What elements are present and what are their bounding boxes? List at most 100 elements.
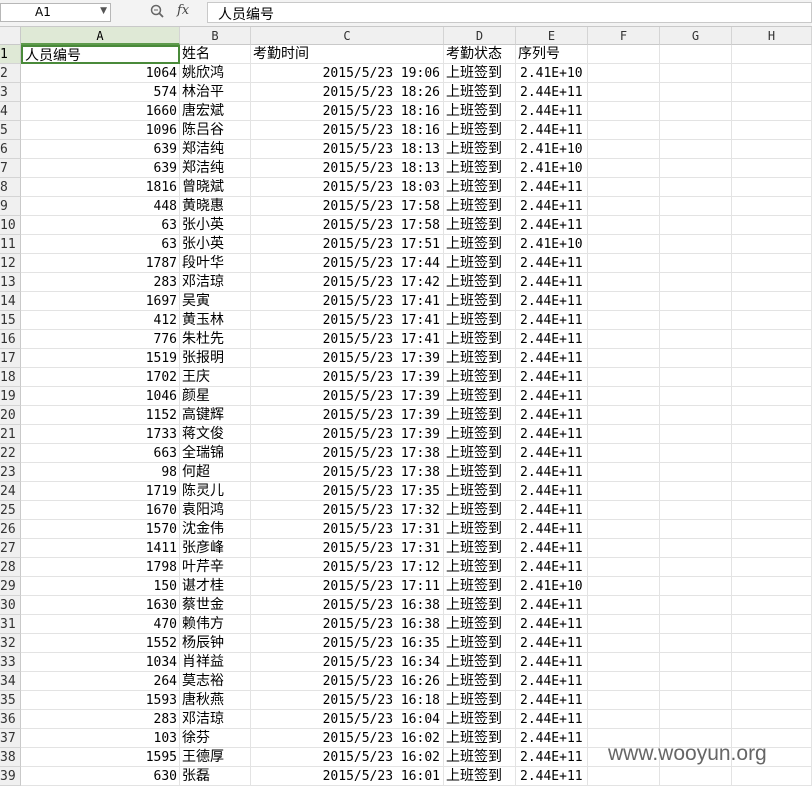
- table-cell[interactable]: 2015/5/23 16:38: [251, 596, 444, 615]
- table-cell[interactable]: 2.44E+11: [516, 596, 588, 615]
- table-cell[interactable]: [660, 463, 732, 482]
- table-cell[interactable]: 朱杜先: [180, 330, 251, 349]
- table-cell[interactable]: [588, 520, 660, 539]
- table-cell[interactable]: 2015/5/23 17:35: [251, 482, 444, 501]
- table-cell[interactable]: [660, 292, 732, 311]
- table-cell[interactable]: 上班签到: [444, 444, 516, 463]
- table-cell[interactable]: [732, 444, 812, 463]
- table-cell[interactable]: 段叶华: [180, 254, 251, 273]
- table-cell[interactable]: [732, 710, 812, 729]
- table-cell[interactable]: 杨辰钟: [180, 634, 251, 653]
- row-header[interactable]: 19: [0, 387, 21, 406]
- table-cell[interactable]: 叶芹辛: [180, 558, 251, 577]
- table-cell[interactable]: [732, 406, 812, 425]
- row-header[interactable]: 8: [0, 178, 21, 197]
- row-header[interactable]: 24: [0, 482, 21, 501]
- table-cell[interactable]: [732, 292, 812, 311]
- row-header[interactable]: 28: [0, 558, 21, 577]
- row-header[interactable]: 37: [0, 729, 21, 748]
- table-cell[interactable]: 郑洁纯: [180, 159, 251, 178]
- table-cell[interactable]: 2015/5/23 17:32: [251, 501, 444, 520]
- table-cell[interactable]: 663: [21, 444, 180, 463]
- table-cell[interactable]: 上班签到: [444, 615, 516, 634]
- table-cell[interactable]: 姚欣鸿: [180, 64, 251, 83]
- table-cell[interactable]: [588, 653, 660, 672]
- table-cell[interactable]: 1152: [21, 406, 180, 425]
- table-cell[interactable]: 1733: [21, 425, 180, 444]
- table-cell[interactable]: 王庆: [180, 368, 251, 387]
- table-cell[interactable]: [588, 64, 660, 83]
- table-cell[interactable]: 2.44E+11: [516, 653, 588, 672]
- column-header-g[interactable]: G: [660, 27, 732, 45]
- table-cell[interactable]: [732, 216, 812, 235]
- table-cell[interactable]: 上班签到: [444, 64, 516, 83]
- table-cell[interactable]: 776: [21, 330, 180, 349]
- row-header[interactable]: 12: [0, 254, 21, 273]
- row-header[interactable]: 20: [0, 406, 21, 425]
- table-cell[interactable]: 1787: [21, 254, 180, 273]
- table-cell[interactable]: 上班签到: [444, 653, 516, 672]
- table-cell[interactable]: [732, 577, 812, 596]
- header-cell[interactable]: 考勤时间: [251, 45, 444, 64]
- table-cell[interactable]: 唐秋燕: [180, 691, 251, 710]
- row-header[interactable]: 30: [0, 596, 21, 615]
- table-cell[interactable]: 2.44E+11: [516, 501, 588, 520]
- table-cell[interactable]: 2.44E+11: [516, 482, 588, 501]
- table-cell[interactable]: [660, 672, 732, 691]
- table-cell[interactable]: [660, 197, 732, 216]
- table-cell[interactable]: 2.44E+11: [516, 406, 588, 425]
- table-cell[interactable]: [660, 634, 732, 653]
- row-header[interactable]: 38: [0, 748, 21, 767]
- table-cell[interactable]: [660, 691, 732, 710]
- table-cell[interactable]: [588, 178, 660, 197]
- table-cell[interactable]: [660, 577, 732, 596]
- table-cell[interactable]: [588, 596, 660, 615]
- table-cell[interactable]: [588, 387, 660, 406]
- row-header[interactable]: 16: [0, 330, 21, 349]
- table-cell[interactable]: 150: [21, 577, 180, 596]
- table-cell[interactable]: 2015/5/23 17:39: [251, 368, 444, 387]
- table-cell[interactable]: 上班签到: [444, 349, 516, 368]
- table-cell[interactable]: 2015/5/23 18:03: [251, 178, 444, 197]
- table-cell[interactable]: 639: [21, 140, 180, 159]
- table-cell[interactable]: [732, 482, 812, 501]
- chevron-down-icon[interactable]: ▼: [100, 6, 107, 16]
- table-cell[interactable]: 2015/5/23 16:34: [251, 653, 444, 672]
- table-cell[interactable]: [732, 102, 812, 121]
- header-cell[interactable]: [588, 45, 660, 64]
- table-cell[interactable]: 上班签到: [444, 330, 516, 349]
- table-cell[interactable]: [588, 368, 660, 387]
- table-cell[interactable]: [732, 615, 812, 634]
- column-header-e[interactable]: E: [516, 27, 588, 45]
- table-cell[interactable]: [660, 349, 732, 368]
- table-cell[interactable]: 黄晓惠: [180, 197, 251, 216]
- table-cell[interactable]: [660, 710, 732, 729]
- table-cell[interactable]: 639: [21, 159, 180, 178]
- table-cell[interactable]: 上班签到: [444, 311, 516, 330]
- table-cell[interactable]: 上班签到: [444, 672, 516, 691]
- column-header-c[interactable]: C: [251, 27, 444, 45]
- table-cell[interactable]: 颜星: [180, 387, 251, 406]
- table-cell[interactable]: 上班签到: [444, 558, 516, 577]
- table-cell[interactable]: 2.44E+11: [516, 330, 588, 349]
- table-cell[interactable]: [732, 520, 812, 539]
- header-cell[interactable]: [660, 45, 732, 64]
- table-cell[interactable]: 283: [21, 273, 180, 292]
- table-cell[interactable]: 陈吕谷: [180, 121, 251, 140]
- fx-icon[interactable]: fx: [177, 3, 189, 18]
- table-cell[interactable]: 莫志裕: [180, 672, 251, 691]
- row-header[interactable]: 11: [0, 235, 21, 254]
- table-cell[interactable]: [732, 634, 812, 653]
- table-cell[interactable]: 张彦峰: [180, 539, 251, 558]
- table-cell[interactable]: 1697: [21, 292, 180, 311]
- table-cell[interactable]: 蒋文俊: [180, 425, 251, 444]
- active-cell[interactable]: 人员编号: [21, 45, 180, 64]
- table-cell[interactable]: [588, 539, 660, 558]
- table-cell[interactable]: 赖伟方: [180, 615, 251, 634]
- column-header-f[interactable]: F: [588, 27, 660, 45]
- table-cell[interactable]: 630: [21, 767, 180, 786]
- table-cell[interactable]: 283: [21, 710, 180, 729]
- table-cell[interactable]: [732, 596, 812, 615]
- table-cell[interactable]: 上班签到: [444, 463, 516, 482]
- table-cell[interactable]: 张磊: [180, 767, 251, 786]
